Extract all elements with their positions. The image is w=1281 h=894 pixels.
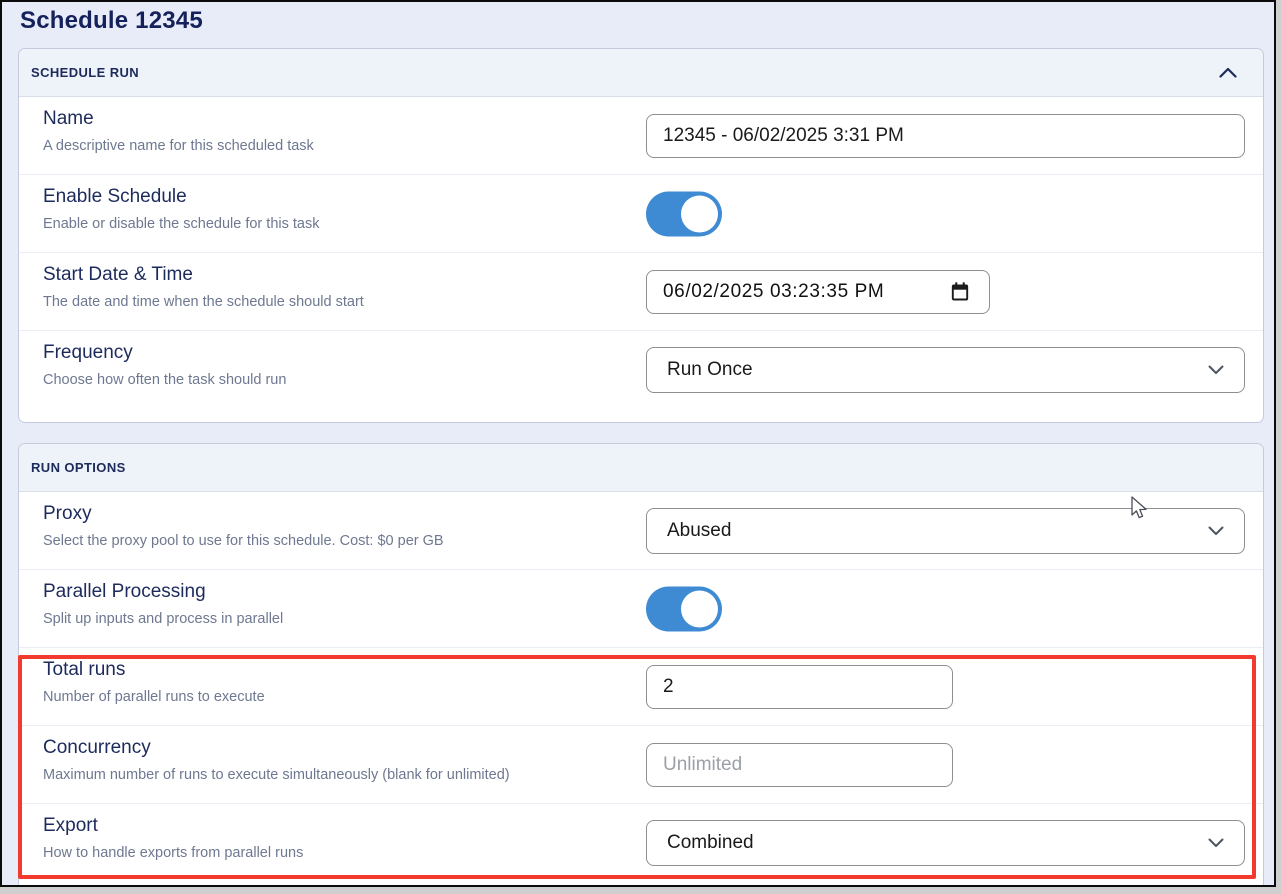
field-row-enable-schedule: Enable Schedule Enable or disable the sc… (19, 175, 1263, 253)
field-label: Concurrency (43, 737, 510, 759)
field-description: Split up inputs and process in parallel (43, 611, 283, 627)
field-label: Enable Schedule (43, 186, 319, 208)
proxy-select[interactable]: Abused (646, 508, 1245, 554)
select-value: Run Once (667, 359, 753, 381)
total-runs-input[interactable] (646, 665, 953, 709)
select-value: Combined (667, 832, 754, 854)
field-label: Name (43, 108, 314, 130)
field-description: The date and time when the schedule shou… (43, 294, 364, 310)
name-input[interactable] (646, 114, 1245, 158)
start-datetime-input[interactable]: 06/02/2025 03:23:35 PM (646, 270, 990, 314)
field-label: Proxy (43, 503, 444, 525)
app-window: Schedule 12345 SCHEDULE RUN Name A descr… (0, 0, 1276, 887)
field-row-parallel-processing: Parallel Processing Split up inputs and … (19, 570, 1263, 648)
parallel-processing-toggle[interactable] (646, 586, 722, 631)
toggle-knob (681, 590, 718, 627)
field-row-export: Export How to handle exports from parall… (19, 804, 1263, 882)
field-label: Frequency (43, 342, 286, 364)
field-row-frequency: Frequency Choose how often the task shou… (19, 331, 1263, 409)
frequency-select[interactable]: Run Once (646, 347, 1245, 393)
toggle-knob (681, 195, 718, 232)
section-header-label: SCHEDULE RUN (31, 65, 139, 80)
field-description: Select the proxy pool to use for this sc… (43, 533, 444, 549)
chevron-down-icon (1208, 526, 1224, 536)
field-description: A descriptive name for this scheduled ta… (43, 138, 314, 154)
section-header-label: RUN OPTIONS (31, 460, 126, 475)
calendar-icon[interactable] (951, 282, 969, 302)
select-value: Abused (667, 520, 731, 542)
field-description: Maximum number of runs to execute simult… (43, 767, 510, 783)
field-row-start-datetime: Start Date & Time The date and time when… (19, 253, 1263, 331)
chevron-down-icon (1208, 365, 1224, 375)
page-title: Schedule 12345 (20, 7, 203, 35)
section-header-run-options[interactable]: RUN OPTIONS (19, 444, 1263, 492)
section-run-options: RUN OPTIONS Proxy Select the proxy pool … (18, 443, 1264, 887)
enable-schedule-toggle[interactable] (646, 191, 722, 236)
export-select[interactable]: Combined (646, 820, 1245, 866)
section-schedule-run: SCHEDULE RUN Name A descriptive name for… (18, 48, 1264, 423)
field-row-name: Name A descriptive name for this schedul… (19, 97, 1263, 175)
chevron-up-icon[interactable] (1219, 67, 1237, 78)
field-description: Number of parallel runs to execute (43, 689, 265, 705)
concurrency-input[interactable] (646, 743, 953, 787)
field-label: Export (43, 815, 303, 837)
field-label: Parallel Processing (43, 581, 283, 603)
section-header-schedule-run[interactable]: SCHEDULE RUN (19, 49, 1263, 97)
field-label: Start Date & Time (43, 264, 364, 286)
field-row-total-runs: Total runs Number of parallel runs to ex… (19, 648, 1263, 726)
field-row-concurrency: Concurrency Maximum number of runs to ex… (19, 726, 1263, 804)
field-label: Total runs (43, 659, 265, 681)
field-description: Enable or disable the schedule for this … (43, 216, 319, 232)
field-description: How to handle exports from parallel runs (43, 845, 303, 861)
chevron-down-icon (1208, 838, 1224, 848)
field-row-proxy: Proxy Select the proxy pool to use for t… (19, 492, 1263, 570)
datetime-value: 06/02/2025 03:23:35 PM (663, 281, 884, 303)
field-description: Choose how often the task should run (43, 372, 286, 388)
